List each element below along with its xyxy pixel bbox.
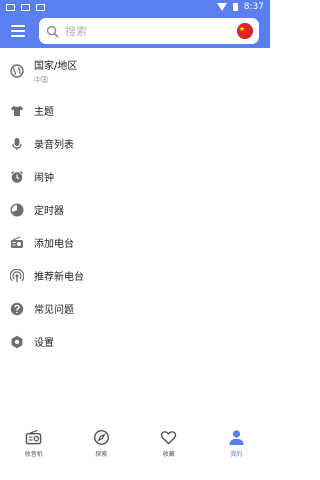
nav-label: 我的 (230, 451, 243, 458)
nav-label: 探索 (95, 451, 108, 458)
menu-item-recordings[interactable]: 录音列表 (0, 127, 270, 160)
nav-item-mine[interactable]: 我的 (203, 420, 271, 480)
menu-item-country[interactable]: 国家/地区 中国 (0, 52, 270, 90)
radio-icon (25, 428, 43, 446)
status-time: 8:37 (243, 2, 264, 12)
menu-item-add-station[interactable]: 添加电台 (0, 226, 270, 259)
app-bar (0, 14, 270, 48)
menu-item-label: 推荐新电台 (34, 272, 84, 283)
person-icon (227, 428, 245, 446)
menu-item-faq[interactable]: 常见问题 (0, 292, 270, 325)
nav-label: 收音机 (24, 451, 43, 458)
menu-item-alarm[interactable]: 闹钟 (0, 160, 270, 193)
menu-item-label: 主题 (34, 107, 54, 118)
menu-item-subtitle: 中国 (34, 76, 48, 84)
menu-item-recommend-station[interactable]: 推荐新电台 (0, 259, 270, 292)
menu-item-label: 国家/地区 (34, 61, 78, 72)
battery-icon (232, 3, 238, 11)
tshirt-icon (10, 104, 24, 118)
broadcast-icon (10, 268, 24, 283)
menu-item-settings[interactable]: 设置 (0, 325, 270, 358)
status-bar: 8:37 (0, 0, 270, 14)
nav-item-favorites[interactable]: 收藏 (135, 420, 203, 480)
add-radio-icon (10, 235, 24, 250)
menu-button[interactable] (0, 14, 36, 48)
menu-item-label: 闹钟 (34, 173, 54, 184)
timer-icon (10, 202, 24, 217)
search-icon (45, 24, 59, 38)
search-input[interactable] (65, 24, 225, 38)
menu-item-label: 添加电台 (34, 239, 74, 250)
notification-icon (6, 3, 15, 11)
menu-item-label: 录音列表 (34, 140, 74, 151)
hamburger-icon (11, 25, 25, 27)
menu-item-timer[interactable]: 定时器 (0, 193, 270, 226)
country-flag-icon[interactable] (237, 23, 253, 39)
menu-item-label: 设置 (34, 338, 54, 349)
nav-item-explore[interactable]: 探索 (68, 420, 136, 480)
menu-item-label: 常见问题 (34, 305, 74, 316)
gear-icon (10, 335, 24, 349)
app-notification-icon (36, 3, 45, 11)
search-bar[interactable] (39, 18, 259, 44)
heart-icon (160, 428, 178, 446)
menu-list: 国家/地区 中国 主题 录音列表 闹钟 定时器 添加电台 推荐新电台 常见问题 … (0, 52, 270, 358)
bottom-nav: 收音机 探索 收藏 我的 (0, 420, 270, 480)
wifi-icon (216, 3, 227, 11)
nav-label: 收藏 (162, 451, 175, 458)
globe-icon (10, 64, 24, 78)
alarm-clock-icon (10, 170, 24, 184)
compass-icon (92, 428, 110, 446)
help-icon (10, 302, 24, 316)
menu-item-theme[interactable]: 主题 (0, 94, 270, 127)
nav-item-radio[interactable]: 收音机 (0, 420, 68, 480)
calendar-icon (21, 3, 30, 11)
menu-item-label: 定时器 (34, 206, 64, 217)
microphone-icon (10, 137, 24, 151)
